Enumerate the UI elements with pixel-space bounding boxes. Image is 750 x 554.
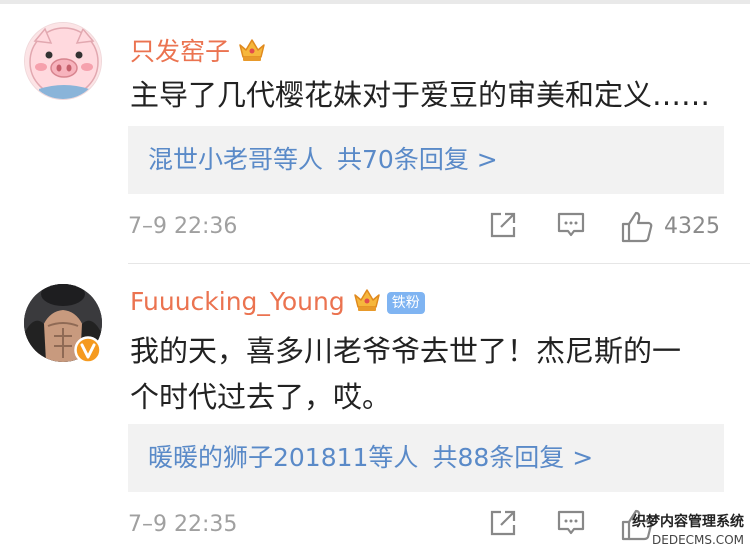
watermark-line: DEDECMS.COM xyxy=(652,533,744,547)
comment-text: 主导了几代樱花妹对于爱豆的审美和定义…… xyxy=(130,78,711,112)
comment-text-line: 我的天，喜多川老爷爷去世了！杰尼斯的一 xyxy=(130,334,682,368)
verified-badge-icon xyxy=(74,336,102,368)
reply-users[interactable]: 暖暖的狮子201811等人 xyxy=(148,443,418,472)
comment-item: Fuuucking_Young 铁粉 我的天，喜多川老爷爷去世了！杰尼斯的一 个时… xyxy=(0,264,750,554)
watermark-line: 织梦内容管理系统 xyxy=(632,514,744,530)
comment-text-line: 个时代过去了，哎。 xyxy=(130,380,392,414)
replies-summary[interactable]: 混世小老哥等人 共70条回复 > xyxy=(128,126,724,194)
comment-text: 我的天，喜多川老爷爷去世了！杰尼斯的一 个时代过去了，哎。 xyxy=(130,328,730,420)
replies-summary[interactable]: 暖暖的狮子201811等人 共88条回复 > xyxy=(128,424,724,492)
crown-icon xyxy=(238,37,266,69)
timestamp: 7–9 22:36 xyxy=(128,214,238,239)
reply-count[interactable]: 共88条回复 > xyxy=(432,443,593,472)
timestamp: 7–9 22:35 xyxy=(128,512,238,537)
pig-face-icon xyxy=(25,23,101,99)
share-icon[interactable] xyxy=(488,210,518,244)
comment-item: 只发窑子 主导了几代樱花妹对于爱豆的审美和定义…… 混世小老哥等人 共70条回复 … xyxy=(0,0,750,263)
share-icon[interactable] xyxy=(488,508,518,542)
comment-icon[interactable] xyxy=(556,508,586,542)
username-text[interactable]: 只发窑子 xyxy=(130,37,230,66)
username[interactable]: 只发窑子 xyxy=(130,32,266,69)
comment-icon[interactable] xyxy=(556,210,586,244)
username[interactable]: Fuuucking_Young 铁粉 xyxy=(130,287,425,319)
comment-meta: 7–9 22:36 4325 xyxy=(0,208,750,248)
fan-badge: 铁粉 xyxy=(386,292,425,314)
avatar[interactable] xyxy=(24,22,102,100)
like-icon[interactable] xyxy=(620,210,654,248)
like-count: 4325 xyxy=(664,214,720,239)
username-text[interactable]: Fuuucking_Young xyxy=(130,287,345,316)
crown-icon xyxy=(353,287,381,319)
watermark: 织梦内容管理系统 DEDECMS.COM xyxy=(632,512,744,552)
reply-users[interactable]: 混世小老哥等人 xyxy=(148,145,323,174)
reply-count[interactable]: 共70条回复 > xyxy=(337,145,498,174)
